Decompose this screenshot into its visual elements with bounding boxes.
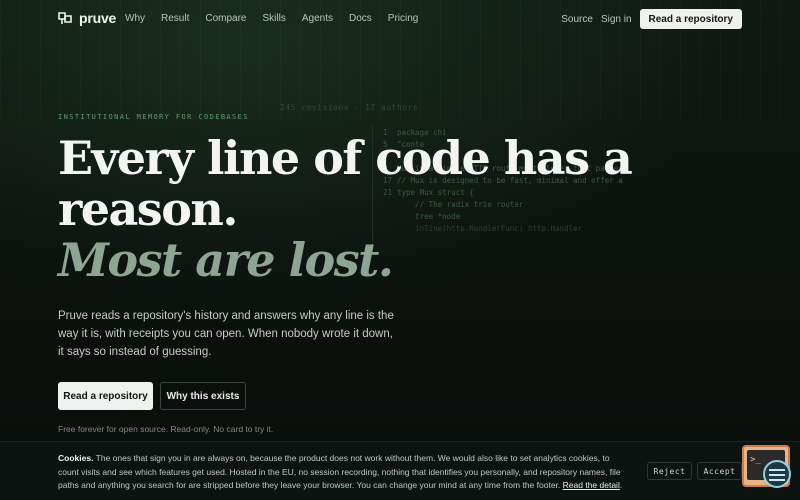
reject-cookies-button[interactable]: Reject (647, 462, 692, 480)
pruve-logo-icon (58, 12, 72, 24)
headline-line-2: reason. (58, 182, 238, 236)
code-panel-header: 245 revisions · 17 authors (280, 103, 419, 112)
nav-link-pricing[interactable]: Pricing (388, 13, 419, 24)
accept-cookies-button[interactable]: Accept (697, 462, 742, 480)
hero-eyebrow: INSTITUTIONAL MEMORY FOR CODEBASES (58, 113, 249, 121)
nav-link-docs[interactable]: Docs (349, 13, 372, 24)
headline-line-3: Most are lost. (58, 233, 394, 287)
cookie-message: Cookies. The ones that sign you in are a… (58, 453, 623, 490)
hero-description: Pruve reads a repository's history and a… (58, 310, 394, 358)
top-navigation: pruve Why Result Compare Skills Agents D… (0, 0, 800, 38)
read-repository-button[interactable]: Read a repository (58, 382, 153, 410)
nav-link-why[interactable]: Why (125, 13, 145, 24)
terminal-prompt-icon: >_ (750, 455, 761, 465)
cookie-label: Cookies. (58, 453, 94, 463)
sign-in-link[interactable]: Sign in (601, 14, 632, 25)
brand-logo[interactable]: pruve (57, 10, 116, 26)
nav-link-compare[interactable]: Compare (205, 13, 246, 24)
nav-actions: Source Sign in Read a repository (561, 9, 742, 29)
cookie-body: The ones that sign you in are always on,… (58, 453, 621, 490)
chat-bubble-icon (763, 460, 791, 488)
headline-line-1: Every line of code has a (58, 131, 633, 185)
terminal-assistant-icon[interactable]: >_ (742, 445, 791, 488)
nav-link-agents[interactable]: Agents (302, 13, 333, 24)
cookie-detail-link[interactable]: Read the detail (563, 480, 620, 490)
nav-read-repository-button[interactable]: Read a repository (639, 9, 742, 29)
cookie-banner: Cookies. The ones that sign you in are a… (0, 441, 800, 500)
nav-link-skills[interactable]: Skills (263, 13, 286, 24)
why-this-exists-button[interactable]: Why this exists (160, 382, 246, 410)
brand-name: pruve (79, 10, 117, 26)
hero-headline: Every line of code has a reason. Most ar… (58, 133, 658, 286)
hero-fine-print: Free forever for open source. Read-only.… (58, 424, 274, 434)
nav-links: Why Result Compare Skills Agents Docs Pr… (125, 13, 434, 24)
nav-link-source[interactable]: Source (561, 14, 593, 25)
nav-link-result[interactable]: Result (161, 13, 189, 24)
